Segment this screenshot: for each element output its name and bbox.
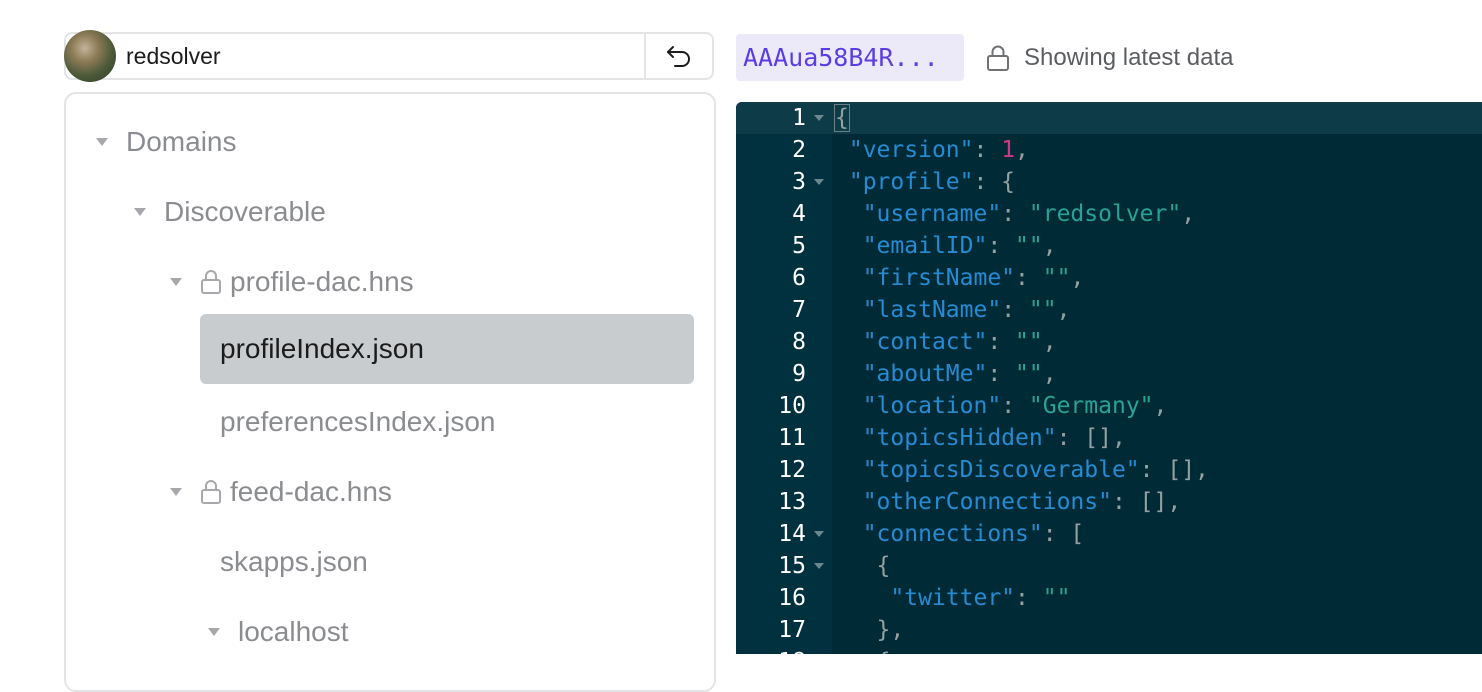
line-number: 16 — [778, 585, 806, 611]
line-number: 5 — [792, 233, 806, 259]
tree-folder-feed-dac[interactable]: feed-dac.hns — [170, 457, 392, 527]
code-line[interactable]: 6 "firstName": "", — [736, 262, 1482, 294]
tree-label: Discoverable — [164, 196, 326, 227]
code-text: "topicsHidden": [], — [862, 425, 1126, 451]
fold-toggle-icon[interactable] — [814, 115, 824, 121]
tree-label: Domains — [126, 126, 237, 157]
status-text: Showing latest data — [1024, 44, 1234, 71]
caret-down-icon[interactable] — [134, 208, 146, 216]
lock-icon — [200, 479, 222, 505]
code-text: "profile": { — [848, 169, 1016, 195]
tree-folder-localhost[interactable]: localhost — [208, 597, 349, 667]
tree-label: preferencesIndex.json — [220, 406, 496, 437]
code-text: }, — [876, 617, 905, 643]
avatar — [64, 30, 116, 82]
tree-folder-domains[interactable]: Domains — [96, 107, 236, 177]
undo-icon — [667, 46, 690, 67]
code-line[interactable]: 18 { — [736, 646, 1482, 654]
caret-down-icon[interactable] — [96, 138, 108, 146]
caret-down-icon[interactable] — [208, 628, 220, 636]
code-line[interactable]: 9 "aboutMe": "", — [736, 358, 1482, 390]
code-line[interactable]: 14 "connections": [ — [736, 518, 1482, 550]
skylink-hash[interactable]: AAAua58B4R... — [736, 34, 964, 81]
fold-toggle-icon[interactable] — [814, 179, 824, 185]
caret-down-icon[interactable] — [170, 488, 182, 496]
code-text: "contact": "", — [862, 329, 1057, 355]
code-text: "username": "redsolver", — [862, 201, 1196, 227]
tree-file-preferences-index[interactable]: preferencesIndex.json — [220, 387, 496, 457]
code-text: "firstName": "", — [862, 265, 1085, 291]
line-number: 13 — [778, 489, 806, 515]
line-number: 8 — [792, 329, 806, 355]
code-text: "aboutMe": "", — [862, 361, 1057, 387]
line-number: 4 — [792, 201, 806, 227]
code-text: "twitter": "" — [890, 585, 1071, 611]
code-line[interactable]: 16 "twitter": "" — [736, 582, 1482, 614]
code-line[interactable]: 11 "topicsHidden": [], — [736, 422, 1482, 454]
lock-icon — [200, 269, 222, 295]
code-text: "version": 1, — [848, 137, 1029, 163]
code-line[interactable]: 4 "username": "redsolver", — [736, 198, 1482, 230]
code-text: { — [834, 104, 850, 132]
tree-label: feed-dac.hns — [230, 476, 392, 507]
line-number: 15 — [778, 553, 806, 579]
tree-label: skapps.json — [220, 546, 368, 577]
code-text: { — [876, 553, 891, 579]
tree-folder-discoverable[interactable]: Discoverable — [134, 177, 326, 247]
file-tree: Domains Discoverable profile-dac.hns pro… — [64, 92, 716, 692]
code-line[interactable]: 12 "topicsDiscoverable": [], — [736, 454, 1482, 486]
code-text: { — [835, 646, 891, 654]
caret-down-icon[interactable] — [170, 278, 182, 286]
line-number: 10 — [778, 393, 806, 419]
line-number: 2 — [792, 137, 806, 163]
fold-toggle-icon[interactable] — [814, 563, 824, 569]
code-line[interactable]: 5 "emailID": "", — [736, 230, 1482, 262]
tree-file-profile-index[interactable]: profileIndex.json — [200, 314, 694, 384]
code-text: "lastName": "", — [862, 297, 1071, 323]
code-text: "emailID": "", — [862, 233, 1057, 259]
line-number: 14 — [778, 521, 806, 547]
line-number: 11 — [778, 425, 806, 451]
line-number: 12 — [778, 457, 806, 483]
code-text: "connections": [ — [862, 521, 1085, 547]
tree-folder-profile-dac[interactable]: profile-dac.hns — [170, 247, 414, 317]
tree-file-skapps[interactable]: skapps.json — [220, 527, 368, 597]
line-number: 17 — [778, 617, 806, 643]
line-number: 18 — [736, 646, 806, 654]
code-text: "location": "Germany", — [862, 393, 1168, 419]
line-number: 7 — [792, 297, 806, 323]
username: redsolver — [126, 42, 221, 69]
code-text: "otherConnections": [], — [862, 489, 1182, 515]
line-number: 3 — [792, 169, 806, 195]
line-number: 9 — [792, 361, 806, 387]
json-editor[interactable]: 1{2 "version": 1, 3 "profile": {4 "userna… — [736, 102, 1482, 654]
code-line[interactable]: 15 { — [736, 550, 1482, 582]
code-line[interactable]: 1{ — [736, 102, 1482, 134]
code-line[interactable]: 7 "lastName": "", — [736, 294, 1482, 326]
tree-label: profile-dac.hns — [230, 266, 414, 297]
code-line[interactable]: 17 }, — [736, 614, 1482, 646]
line-number: 6 — [792, 265, 806, 291]
undo-button[interactable] — [644, 32, 712, 80]
tree-label: profileIndex.json — [220, 333, 424, 364]
data-status: Showing latest data — [986, 40, 1233, 76]
code-line[interactable]: 8 "contact": "", — [736, 326, 1482, 358]
lock-icon — [986, 44, 1010, 72]
line-number: 1 — [792, 105, 806, 131]
fold-toggle-icon[interactable] — [814, 531, 824, 537]
code-text: "topicsDiscoverable": [], — [862, 457, 1209, 483]
code-line[interactable]: 10 "location": "Germany", — [736, 390, 1482, 422]
code-line[interactable]: 3 "profile": { — [736, 166, 1482, 198]
account-selector[interactable]: redsolver — [64, 30, 714, 82]
tree-label: localhost — [238, 616, 349, 647]
code-line[interactable]: 13 "otherConnections": [], — [736, 486, 1482, 518]
code-line[interactable]: 2 "version": 1, — [736, 134, 1482, 166]
